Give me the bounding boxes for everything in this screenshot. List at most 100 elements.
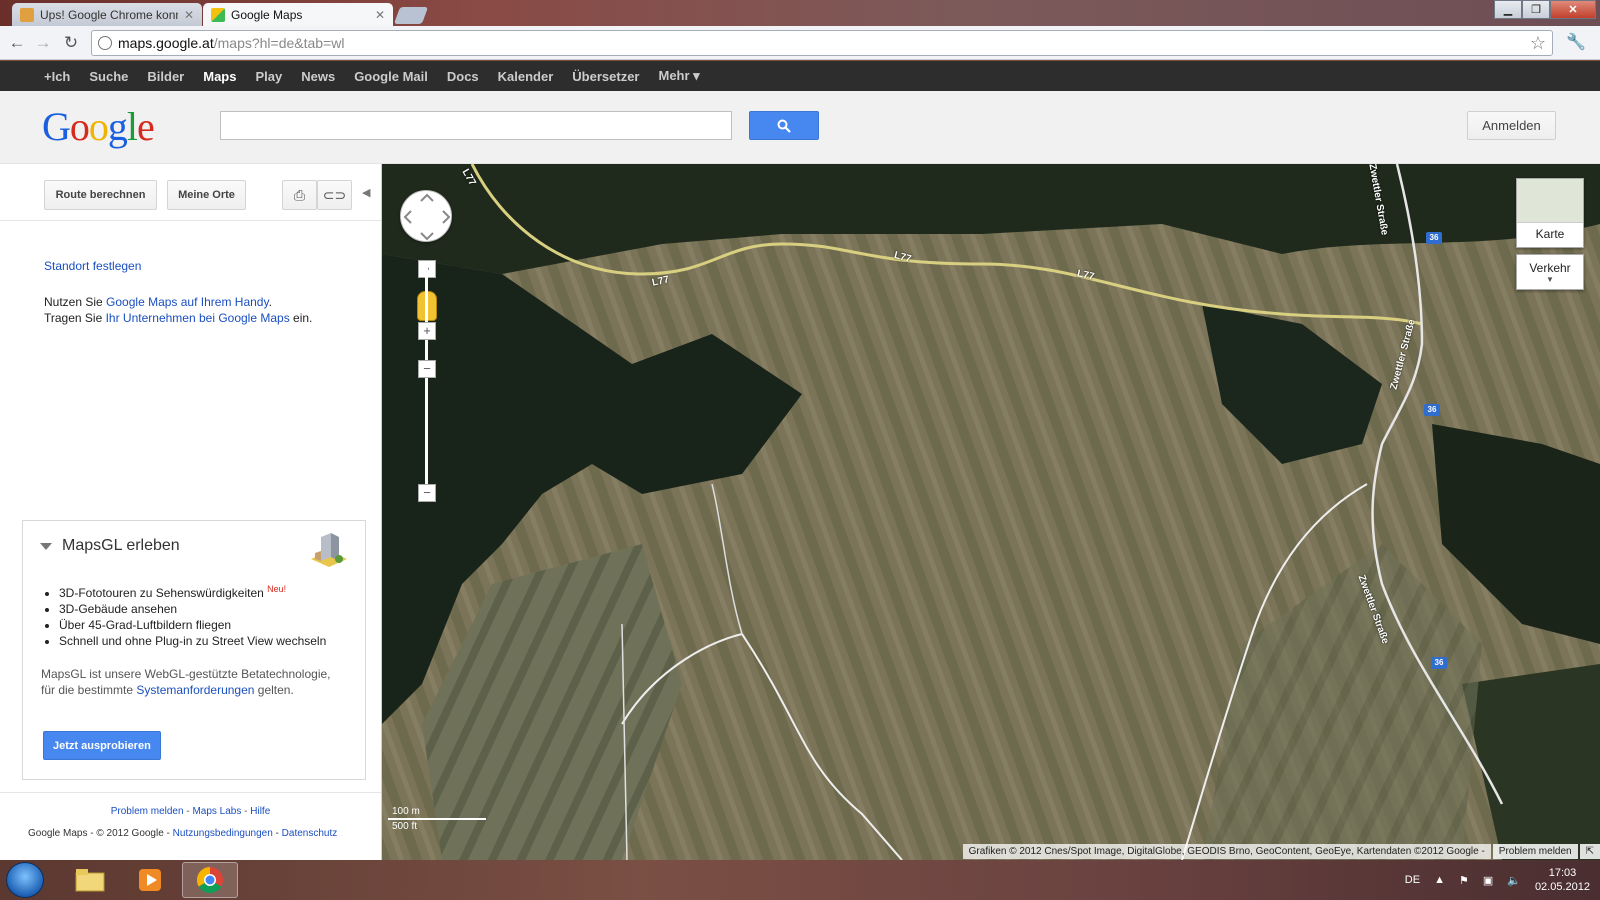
volume-icon[interactable]: 🔈 — [1507, 874, 1521, 887]
close-tab-icon[interactable]: ✕ — [375, 8, 385, 22]
my-places-button[interactable]: Meine Orte — [167, 180, 246, 210]
forward-button[interactable]: → — [32, 32, 54, 54]
start-button[interactable] — [6, 862, 44, 898]
link-button[interactable]: ⊂⊃ — [317, 180, 352, 210]
zoom-in-button[interactable]: + — [418, 322, 436, 340]
route-shield: 36 — [1426, 232, 1442, 244]
address-bar[interactable]: maps.google.at /maps?hl=de&tab=wl ☆ — [91, 30, 1553, 56]
map-report-problem-link[interactable]: Problem melden — [1492, 843, 1578, 859]
language-indicator[interactable]: DE — [1405, 874, 1420, 886]
logo-letter: l — [126, 104, 138, 149]
zoom-slider-handle[interactable]: − — [418, 360, 436, 378]
gbar-item[interactable]: News — [301, 69, 335, 84]
globe-icon — [98, 36, 112, 50]
search-icon — [777, 119, 791, 133]
network-icon[interactable]: ▣ — [1483, 874, 1493, 887]
logo-letter: o — [88, 104, 109, 149]
google-bar: +Ich Suche Bilder Maps Play News Google Mail Do… — [0, 61, 1600, 91]
scale-line-metric — [388, 818, 453, 820]
expand-icon[interactable]: ⇱ — [1579, 843, 1600, 859]
folder-icon — [75, 869, 105, 892]
maps-favicon-icon — [211, 8, 225, 22]
scale-imperial: 500 ft — [392, 821, 418, 832]
gbar-item[interactable]: Suche — [89, 69, 128, 84]
gbar-item[interactable]: Maps — [203, 69, 236, 84]
reload-button[interactable]: ↻ — [60, 32, 82, 54]
pan-control[interactable] — [400, 190, 452, 242]
attribution-text: Grafiken © 2012 Cnes/Spot Image, Digital… — [962, 843, 1491, 859]
report-problem-link[interactable]: Problem melden — [111, 806, 184, 817]
clock[interactable]: 17:03 02.05.2012 — [1535, 866, 1590, 894]
link-icon: ⊂⊃ — [322, 186, 347, 203]
new-badge: Neu! — [267, 584, 287, 594]
bookmark-star-icon[interactable]: ☆ — [1530, 33, 1546, 54]
new-tab-button[interactable] — [393, 7, 429, 24]
scale-metric: 100 m — [392, 806, 420, 817]
signin-button[interactable]: Anmelden — [1467, 111, 1556, 140]
business-link[interactable]: Ihr Unternehmen bei Google Maps — [106, 311, 290, 325]
gbar-item[interactable]: Google Mail — [354, 69, 428, 84]
building-3d-icon — [311, 533, 347, 567]
explorer-taskbar-icon[interactable] — [62, 862, 118, 898]
collapse-panel-icon[interactable]: ◀ — [362, 186, 370, 199]
zoom-slider-track[interactable] — [425, 264, 428, 500]
back-button[interactable]: ← — [6, 32, 28, 54]
terms-link[interactable]: Nutzungsbedingungen — [173, 828, 273, 839]
dropdown-arrow-icon: ▼ — [1546, 275, 1554, 284]
try-mapsgl-button[interactable]: Jetzt ausprobieren — [43, 731, 161, 760]
zoom-out-button[interactable]: − — [418, 484, 436, 502]
logo-letter: g — [107, 104, 128, 149]
promo-text-part: ein. — [289, 311, 313, 325]
maps-labs-link[interactable]: Maps Labs — [192, 806, 241, 817]
system-requirements-link[interactable]: Systemanforderungen — [136, 683, 254, 697]
route-shield: 36 — [1431, 657, 1447, 669]
gbar-item[interactable]: Mehr ▾ — [659, 68, 700, 84]
media-player-taskbar-icon[interactable] — [122, 862, 178, 898]
flag-icon[interactable]: ⚑ — [1459, 874, 1469, 887]
wrench-icon[interactable]: 🔧 — [1566, 32, 1586, 52]
gbar-item[interactable]: +Ich — [44, 69, 70, 84]
set-location-link[interactable]: Standort festlegen — [44, 259, 141, 273]
feature-text: 3D-Fototouren zu Sehenswürdigkeiten — [59, 586, 264, 600]
gbar-item[interactable]: Play — [255, 69, 282, 84]
google-logo[interactable]: Google — [42, 103, 155, 150]
route-button[interactable]: Route berechnen — [44, 180, 157, 210]
print-button[interactable]: ⎙ — [282, 180, 317, 210]
clock-date: 02.05.2012 — [1534, 881, 1590, 893]
help-link[interactable]: Hilfe — [250, 806, 270, 817]
sidebar-copyright: Google Maps - © 2012 Google - Nutzungsbe… — [28, 828, 338, 839]
search-button[interactable] — [749, 111, 819, 140]
maps-header: Google Anmelden — [0, 91, 1600, 164]
logo-letter: e — [137, 104, 155, 149]
media-player-icon — [139, 869, 161, 891]
route-shield: 36 — [1424, 404, 1440, 416]
tab-error-page[interactable]: Ups! Google Chrome konnt ✕ — [12, 3, 202, 27]
tab-title: Ups! Google Chrome konnt — [40, 8, 178, 22]
traffic-layer-button[interactable]: Verkehr ▼ — [1516, 254, 1584, 290]
gbar-item[interactable]: Docs — [447, 69, 479, 84]
traffic-label: Verkehr — [1529, 261, 1571, 275]
map-canvas[interactable]: L77 L77 L77 L77 Zwettler Straße Zwettler… — [382, 164, 1600, 860]
scale-bar: 100 m 500 ft — [388, 806, 486, 832]
search-input[interactable] — [220, 111, 732, 140]
mapsgl-title[interactable]: MapsGL erleben — [40, 537, 180, 555]
maximize-button[interactable]: ❐ — [1522, 0, 1550, 19]
privacy-link[interactable]: Datenschutz — [282, 828, 338, 839]
mobile-link[interactable]: Google Maps auf Ihrem Handy — [106, 295, 269, 309]
gbar-item[interactable]: Bilder — [147, 69, 184, 84]
logo-letter: G — [42, 104, 71, 149]
chrome-icon — [196, 866, 223, 894]
list-item: Schnell und ohne Plug-in zu Street View … — [59, 633, 326, 649]
tab-google-maps[interactable]: Google Maps ✕ — [203, 3, 393, 27]
close-window-button[interactable]: ✕ — [1550, 0, 1596, 19]
chrome-taskbar-icon[interactable] — [182, 862, 238, 898]
gbar-item[interactable]: Übersetzer — [572, 69, 639, 84]
minimize-button[interactable]: ▁ — [1494, 0, 1522, 19]
show-hidden-icons[interactable]: ▲ — [1434, 874, 1445, 886]
close-tab-icon[interactable]: ✕ — [184, 8, 194, 22]
sidebar: Route berechnen Meine Orte ⎙ ⊂⊃ ◀ Stando… — [0, 164, 382, 860]
collapse-triangle-icon[interactable] — [40, 542, 52, 550]
gbar-item[interactable]: Kalender — [498, 69, 554, 84]
map-type-button[interactable]: Karte — [1516, 178, 1584, 248]
window-controls: ▁ ❐ ✕ — [1494, 0, 1596, 19]
